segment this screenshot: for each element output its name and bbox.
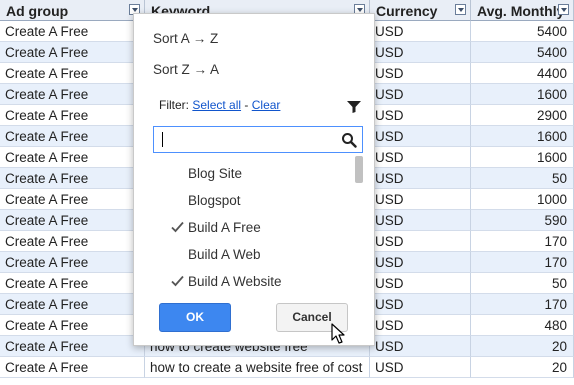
table-cell-currency[interactable]: USD xyxy=(370,294,471,315)
table-cell-ad-group[interactable]: Create A Free xyxy=(0,210,145,231)
filter-funnel-icon xyxy=(347,101,361,113)
filter-separator: - xyxy=(244,98,249,112)
table-cell-avg[interactable]: 5400 xyxy=(471,21,574,42)
column-header-label: Currency xyxy=(376,3,438,19)
table-cell-avg[interactable]: 1000 xyxy=(471,189,574,210)
table-cell-avg[interactable]: 480 xyxy=(471,315,574,336)
sort-ascending-option[interactable]: Sort A → Z xyxy=(153,31,218,46)
filter-option-label: Build A Website xyxy=(188,274,282,289)
table-cell-avg[interactable]: 1600 xyxy=(471,126,574,147)
column-header-ad-group[interactable]: Ad group xyxy=(0,0,145,21)
table-cell-ad-group[interactable]: Create A Free xyxy=(0,357,145,378)
table-cell-ad-group[interactable]: Create A Free xyxy=(0,294,145,315)
ok-button[interactable]: OK xyxy=(159,303,231,332)
checkmark-icon xyxy=(171,275,184,287)
table-cell-currency[interactable]: USD xyxy=(370,126,471,147)
table-cell-currency[interactable]: USD xyxy=(370,147,471,168)
filter-popup: Sort A → Z Sort Z → A Filter: Select all… xyxy=(133,13,375,346)
table-cell-ad-group[interactable]: Create A Free xyxy=(0,147,145,168)
table-cell-ad-group[interactable]: Create A Free xyxy=(0,42,145,63)
filter-option[interactable]: Blog Site xyxy=(134,160,349,187)
table-cell-avg[interactable]: 170 xyxy=(471,231,574,252)
table-cell-ad-group[interactable]: Create A Free xyxy=(0,231,145,252)
table-cell-ad-group[interactable]: Create A Free xyxy=(0,273,145,294)
table-cell-avg[interactable]: 1600 xyxy=(471,147,574,168)
table-cell-currency[interactable]: USD xyxy=(370,42,471,63)
table-cell-ad-group[interactable]: Create A Free xyxy=(0,189,145,210)
table-cell-ad-group[interactable]: Create A Free xyxy=(0,84,145,105)
table-cell-avg[interactable]: 50 xyxy=(471,168,574,189)
table-cell-currency[interactable]: USD xyxy=(370,357,471,378)
table-cell-avg[interactable]: 4400 xyxy=(471,63,574,84)
mouse-pointer-icon xyxy=(331,323,345,344)
table-cell-ad-group[interactable]: Create A Free xyxy=(0,126,145,147)
filter-option[interactable]: Build A Web xyxy=(134,241,349,268)
table-cell-avg[interactable]: 20 xyxy=(471,336,574,357)
table-cell-currency[interactable]: USD xyxy=(370,168,471,189)
table-cell-currency[interactable]: USD xyxy=(370,336,471,357)
column-header-label: Avg. Monthly xyxy=(477,3,565,19)
table-cell-avg[interactable]: 20 xyxy=(471,357,574,378)
list-scrollbar[interactable] xyxy=(355,156,363,183)
table-cell-avg[interactable]: 2900 xyxy=(471,105,574,126)
table-cell-keyword[interactable]: how to create a website free of cost xyxy=(145,357,370,378)
table-cell-currency[interactable]: USD xyxy=(370,84,471,105)
filter-option-label: Blog Site xyxy=(188,166,243,181)
table-cell-currency[interactable]: USD xyxy=(370,273,471,294)
filter-label: Filter: xyxy=(159,98,189,112)
filter-option-label: Build A Web xyxy=(188,247,261,262)
table-cell-avg[interactable]: 5400 xyxy=(471,42,574,63)
table-cell-currency[interactable]: USD xyxy=(370,189,471,210)
table-cell-currency[interactable]: USD xyxy=(370,231,471,252)
column-header-label: Ad group xyxy=(6,3,69,19)
filter-option[interactable]: Build A Free xyxy=(134,214,349,241)
filter-option[interactable]: Blogspot xyxy=(134,187,349,214)
table-cell-avg[interactable]: 1600 xyxy=(471,84,574,105)
filter-search-input[interactable] xyxy=(158,130,338,149)
clear-link[interactable]: Clear xyxy=(252,98,281,112)
filter-value-list: Blog Site Blogspot Build A Free Build A Web… xyxy=(134,160,376,290)
table-cell-ad-group[interactable]: Create A Free xyxy=(0,168,145,189)
table-cell-currency[interactable]: USD xyxy=(370,105,471,126)
filter-controls: Filter: Select all - Clear xyxy=(159,98,280,112)
filter-option-label: Build A Free xyxy=(188,220,261,235)
table-cell-currency[interactable]: USD xyxy=(370,252,471,273)
column-filter-dropdown-icon[interactable] xyxy=(455,4,466,15)
text-caret xyxy=(162,132,163,147)
table-cell-ad-group[interactable]: Create A Free xyxy=(0,252,145,273)
table-row[interactable]: Create A Free how to create a website fre… xyxy=(0,357,574,378)
table-cell-ad-group[interactable]: Create A Free xyxy=(0,21,145,42)
table-cell-currency[interactable]: USD xyxy=(370,63,471,84)
table-cell-currency[interactable]: USD xyxy=(370,21,471,42)
search-icon[interactable] xyxy=(341,132,357,148)
table-cell-ad-group[interactable]: Create A Free xyxy=(0,336,145,357)
table-cell-ad-group[interactable]: Create A Free xyxy=(0,315,145,336)
table-cell-avg[interactable]: 50 xyxy=(471,273,574,294)
column-filter-dropdown-icon[interactable] xyxy=(558,4,569,15)
table-cell-currency[interactable]: USD xyxy=(370,315,471,336)
column-header-avg-monthly[interactable]: Avg. Monthly xyxy=(471,0,574,21)
column-header-currency[interactable]: Currency xyxy=(370,0,471,21)
checkmark-icon xyxy=(171,221,184,233)
select-all-link[interactable]: Select all xyxy=(192,98,241,112)
filter-option[interactable]: Build A Website xyxy=(134,268,349,295)
table-cell-currency[interactable]: USD xyxy=(370,210,471,231)
table-cell-ad-group[interactable]: Create A Free xyxy=(0,105,145,126)
filter-option-label: Blogspot xyxy=(188,193,241,208)
table-cell-avg[interactable]: 170 xyxy=(471,294,574,315)
table-cell-avg[interactable]: 170 xyxy=(471,252,574,273)
sort-descending-option[interactable]: Sort Z → A xyxy=(153,62,219,77)
table-cell-ad-group[interactable]: Create A Free xyxy=(0,63,145,84)
table-cell-avg[interactable]: 590 xyxy=(471,210,574,231)
filter-search-box[interactable] xyxy=(153,126,363,153)
